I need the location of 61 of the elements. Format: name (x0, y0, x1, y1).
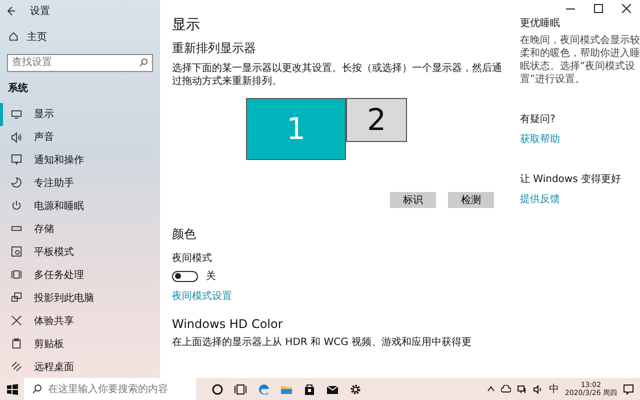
taskview-icon[interactable] (234, 382, 247, 396)
sidebar-item[interactable]: 存储 (0, 217, 160, 240)
maximize-icon[interactable] (594, 4, 602, 12)
window-title: 设置 (30, 4, 50, 18)
edge-icon[interactable] (257, 382, 270, 396)
notification-icon[interactable] (623, 384, 634, 394)
tablet-icon (11, 246, 22, 258)
multitask-icon (11, 269, 22, 280)
home-icon (8, 31, 19, 42)
close-icon[interactable] (622, 4, 630, 12)
action-button[interactable]: 标识 (390, 192, 436, 208)
aside-link[interactable]: 获取帮助 (520, 132, 640, 146)
page-title: 显示 (172, 16, 201, 34)
search-icon[interactable] (139, 58, 148, 67)
sidebar-item[interactable]: 多任务处理 (0, 263, 160, 286)
sidebar-item[interactable]: 远程桌面 (0, 355, 160, 378)
aside-heading: 更优睡眠 (520, 16, 561, 30)
search-icon[interactable] (32, 384, 42, 394)
cortana-icon[interactable] (211, 382, 224, 396)
store-icon[interactable] (303, 382, 316, 396)
power-icon (11, 200, 22, 212)
toggle-state: 关 (206, 270, 216, 283)
sidebar-item[interactable]: 平板模式 (0, 240, 160, 264)
home-item[interactable]: 主页 (0, 22, 160, 52)
project-icon (11, 292, 22, 304)
settings-link[interactable]: 夜间模式设置 (172, 289, 502, 303)
message-icon (11, 154, 22, 166)
taskbar-search-field[interactable]: 在这里输入你要搜索的内容 (24, 378, 196, 400)
aside-link[interactable]: 提供反馈 (520, 192, 640, 206)
sidebar-item[interactable]: 体验共享 (0, 309, 160, 332)
toggle-switch[interactable] (172, 270, 198, 282)
sidebar-item[interactable]: 声音 (0, 126, 160, 148)
section-heading: 颜色 (172, 226, 197, 243)
action-button[interactable]: 检测 (448, 192, 494, 208)
speaker-icon (11, 132, 22, 143)
moon-icon (11, 177, 22, 188)
monitor-icon (11, 108, 22, 120)
description-text: 选择下面的某一显示器以更改其设置。长按（或选择）一个显示器，然后通过拖动方式来重新排列。 (172, 63, 502, 88)
sidebar-item[interactable]: 投影到此电脑 (0, 286, 160, 310)
section-heading: 重新排列显示器 (172, 40, 257, 57)
gear-icon[interactable] (349, 382, 362, 396)
chevron-up-icon[interactable] (486, 385, 495, 393)
setting-label: 夜间模式 (172, 252, 213, 265)
aside-text: 在晚间，夜间模式会显示较柔和的暖色，帮助你进入睡眠状态。选择“夜间模式设置”进行设置。 (520, 34, 640, 86)
clipboard-icon (11, 338, 22, 350)
back-icon[interactable] (6, 6, 16, 16)
monitor-tile[interactable]: 2 (346, 98, 407, 142)
mail-icon[interactable] (326, 382, 339, 396)
search-field[interactable]: 查找设置 (7, 54, 153, 72)
volume-icon[interactable] (532, 384, 543, 394)
section-heading: Windows HD Color (172, 317, 284, 331)
sidebar-item[interactable]: 剪贴板 (0, 332, 160, 356)
aside-heading: 有疑问? (520, 112, 556, 126)
sidebar-item[interactable]: 通知和操作 (0, 148, 160, 172)
description-text: 在上面选择的显示器上从 HDR 和 WCG 视频、游戏和应用中获得更 (172, 337, 473, 350)
input-method-indicator[interactable]: 中 (548, 382, 559, 396)
aside-heading: 让 Windows 变得更好 (520, 172, 622, 186)
section-title: 系统 (7, 82, 29, 96)
cloud-icon[interactable] (500, 385, 511, 393)
sidebar-item[interactable]: 电源和睡眠 (0, 194, 160, 218)
sidebar-item[interactable]: 专注助手 (0, 171, 160, 194)
